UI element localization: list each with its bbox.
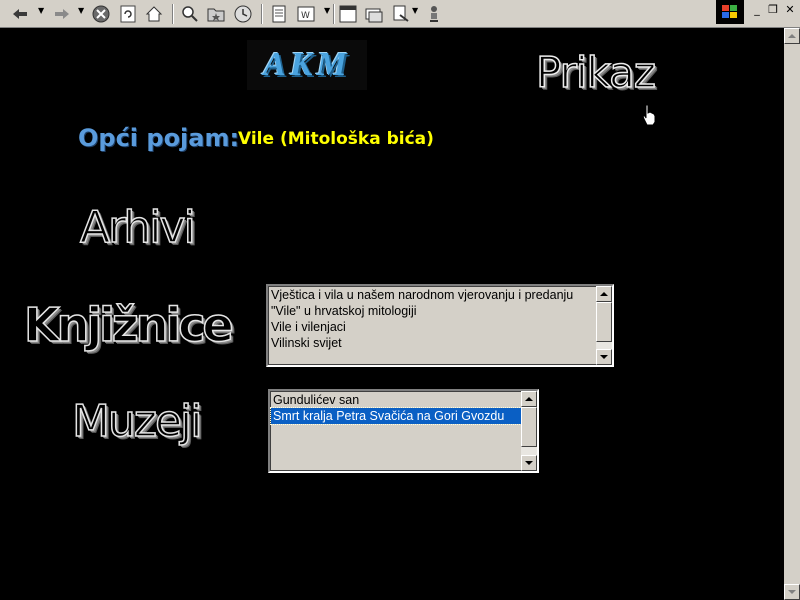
arrow-down-icon <box>600 355 608 359</box>
knjiznice-heading[interactable]: Knjižnice <box>23 297 234 353</box>
arrow-up-icon <box>525 397 533 401</box>
list-item[interactable]: Vile i vilenjaci <box>269 319 596 335</box>
scroll-up-button[interactable] <box>596 286 612 302</box>
browser-toolbar: ▼ ▼ W ▼ ▼ _ ❐ ✕ <box>0 0 800 28</box>
mail-icon[interactable] <box>364 4 384 24</box>
prikaz-button[interactable]: Prikaz <box>535 47 656 98</box>
muzeji-list-items: Gundulićev san Smrt kralja Petra Svačića… <box>270 391 522 471</box>
arrow-up-icon <box>600 292 608 296</box>
list-item[interactable]: Vještica i vila u našem narodnom vjerova… <box>269 287 596 303</box>
restore-icon[interactable]: ❐ <box>766 3 780 16</box>
muzeji-list-scrollbar[interactable] <box>521 391 537 471</box>
page-scroll-down-button[interactable] <box>784 584 800 600</box>
scroll-thumb[interactable] <box>596 302 612 342</box>
arrow-down-icon <box>525 461 533 465</box>
knjiznice-list-items: Vještica i vila u našem narodnom vjerova… <box>268 286 596 365</box>
fullscreen-icon[interactable] <box>269 4 289 24</box>
back-icon[interactable] <box>10 4 30 24</box>
knjiznice-listbox[interactable]: Vještica i vila u našem narodnom vjerova… <box>266 284 614 367</box>
edit-dropdown-icon[interactable]: ▼ <box>412 6 418 15</box>
window-icon[interactable] <box>338 4 358 24</box>
scroll-thumb[interactable] <box>521 407 537 447</box>
scroll-down-button[interactable] <box>521 455 537 471</box>
muzeji-heading[interactable]: Muzeji <box>71 395 203 448</box>
favorites-icon[interactable] <box>206 4 226 24</box>
list-item[interactable]: Gundulićev san <box>271 392 521 408</box>
list-item-selected[interactable]: Smrt kralja Petra Svačića na Gori Gvozdu <box>270 407 522 425</box>
channels-icon[interactable]: W <box>296 4 316 24</box>
list-item[interactable]: Vilinski svijet <box>269 335 596 351</box>
arrow-down-icon <box>788 590 796 594</box>
channels-dropdown-icon[interactable]: ▼ <box>324 6 330 15</box>
page-scroll-up-button[interactable] <box>784 28 800 44</box>
arhivi-heading[interactable]: Arhivi <box>79 201 196 254</box>
toolbar-separator <box>172 4 174 24</box>
muzeji-listbox[interactable]: Gundulićev san Smrt kralja Petra Svačića… <box>268 389 539 473</box>
discuss-icon[interactable] <box>425 4 445 24</box>
stop-icon[interactable] <box>91 4 111 24</box>
history-icon[interactable] <box>233 4 253 24</box>
refresh-icon[interactable] <box>118 4 138 24</box>
list-item[interactable]: "Vile" u hrvatskoj mitologiji <box>269 303 596 319</box>
back-dropdown-icon[interactable]: ▼ <box>38 6 44 15</box>
akm-logo[interactable]: AKM <box>247 40 367 90</box>
knjiznice-list-scrollbar[interactable] <box>596 286 612 365</box>
forward-icon[interactable] <box>52 4 72 24</box>
close-icon[interactable]: ✕ <box>783 3 797 16</box>
print-icon[interactable] <box>391 4 411 24</box>
concept-value: Vile (Mitološka bića) <box>238 129 434 149</box>
svg-text:W: W <box>301 11 310 21</box>
arrow-up-icon <box>788 34 796 38</box>
hand-cursor-icon <box>642 104 656 126</box>
scroll-up-button[interactable] <box>521 391 537 407</box>
search-icon[interactable] <box>180 4 200 24</box>
toolbar-separator <box>261 4 263 24</box>
minimize-icon[interactable]: _ <box>750 3 764 16</box>
forward-dropdown-icon[interactable]: ▼ <box>78 6 84 15</box>
concept-label: Opći pojam: <box>78 124 240 152</box>
page-scrollbar[interactable] <box>784 28 800 600</box>
home-icon[interactable] <box>144 4 164 24</box>
scroll-down-button[interactable] <box>596 349 612 365</box>
windows-logo-icon <box>716 0 744 24</box>
logo-text: AKM <box>263 46 351 83</box>
toolbar-separator <box>333 4 335 24</box>
